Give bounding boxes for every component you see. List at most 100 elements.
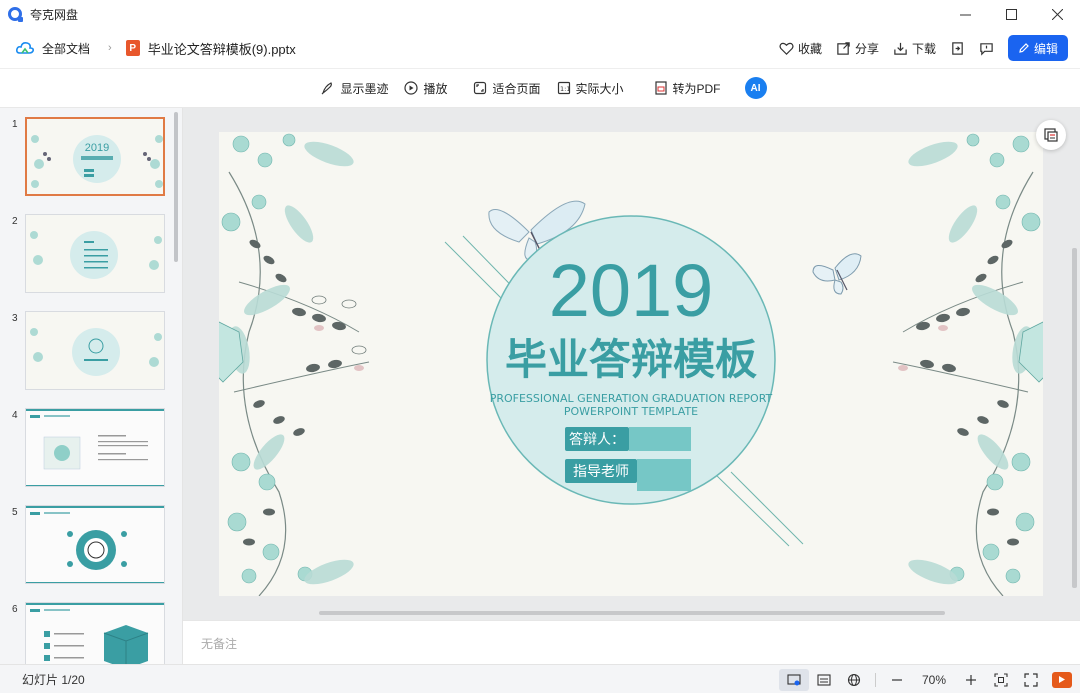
actual-size-button[interactable]: 1:1 实际大小 — [557, 80, 624, 97]
play-button[interactable]: 播放 — [404, 80, 447, 97]
document-header: 全部文档 › P 毕业论文答辩模板(9).pptx 收藏 分享 下载 编辑 — [0, 28, 1080, 68]
export-button[interactable] — [950, 41, 965, 56]
show-ink-button[interactable]: 显示墨迹 — [321, 80, 388, 97]
play-icon — [1059, 676, 1065, 683]
share-button[interactable]: 分享 — [836, 40, 879, 57]
thumbnail-number: 1 — [12, 119, 18, 130]
zoom-out-button[interactable] — [882, 669, 912, 691]
app-title: 夸克网盘 — [30, 7, 79, 22]
annotation-float-button[interactable] — [1036, 120, 1066, 150]
slide-year: 2019 — [549, 249, 714, 332]
file-tab: P 毕业论文答辩模板(9).pptx — [125, 39, 296, 58]
favorite-label: 收藏 — [797, 41, 822, 56]
fit-page-label: 适合页面 — [492, 81, 541, 96]
fullscreen-button[interactable] — [1016, 669, 1046, 691]
advisor-label: 指导老师 — [573, 464, 629, 480]
viewer-toolbar: 显示墨迹 播放 适合页面 1:1 实际大小 转为PDF AI — [0, 68, 1080, 108]
actual-size-label: 实际大小 — [575, 81, 624, 96]
minimize-icon — [959, 14, 971, 15]
thumbnail-slide-2[interactable] — [25, 214, 165, 293]
thumbnail-number: 2 — [12, 216, 18, 227]
ink-pen-icon — [322, 82, 333, 95]
play-circle-icon — [404, 81, 419, 95]
vertical-scrollbar[interactable] — [1072, 248, 1077, 588]
close-button[interactable] — [1034, 0, 1080, 28]
document-actions: 收藏 分享 下载 编辑 — [779, 28, 1068, 68]
fit-window-button[interactable] — [986, 669, 1016, 691]
download-button[interactable]: 下载 — [893, 40, 936, 57]
share-label: 分享 — [854, 41, 879, 56]
horizontal-scrollbar[interactable] — [319, 611, 945, 615]
cloud-icon — [16, 42, 34, 54]
thumbnail-number: 5 — [12, 507, 18, 518]
notes-placeholder: 无备注 — [201, 637, 238, 651]
ai-assistant-button[interactable]: AI — [744, 77, 767, 99]
download-icon — [894, 42, 907, 55]
slideshow-play-button[interactable] — [1052, 671, 1072, 688]
thumbnail-sidebar: 1 2019 2 3 4 5 6 — [0, 108, 183, 664]
favorite-button[interactable]: 收藏 — [779, 40, 822, 57]
feedback-button[interactable] — [979, 41, 994, 56]
minus-icon — [892, 678, 902, 681]
slide-subtitle-line2: POWERPOINT TEMPLATE — [564, 405, 698, 418]
pencil-icon — [1019, 43, 1029, 53]
minimize-button[interactable] — [942, 0, 988, 28]
slides-icon — [1044, 128, 1058, 142]
pdf-icon — [654, 81, 667, 95]
slide-title: 毕业答辩模板 — [505, 335, 757, 384]
thumbnail-number: 6 — [12, 604, 18, 615]
web-view-button[interactable] — [839, 669, 869, 691]
speaker-notes[interactable]: 无备注 — [183, 620, 1080, 664]
status-controls: 70% — [779, 665, 1072, 693]
presenter-name-blur — [629, 427, 691, 451]
title-bar: 夸克网盘 — [0, 0, 1080, 28]
slide-view: 2019 毕业答辩模板 PROFESSIONAL GENERATION GRAD… — [202, 132, 1060, 597]
zoom-in-button[interactable] — [956, 669, 986, 691]
edit-label: 编辑 — [1033, 41, 1058, 56]
fit-page-button[interactable]: 适合页面 — [473, 80, 541, 97]
pptx-file-icon: P — [125, 40, 140, 56]
sidebar-scrollbar[interactable] — [174, 112, 178, 262]
edit-button[interactable]: 编辑 — [1008, 35, 1068, 61]
chevron-right-icon: › — [108, 42, 112, 54]
notes-view-button[interactable] — [809, 669, 839, 691]
quark-logo-icon — [8, 7, 23, 22]
normal-view-button[interactable] — [779, 668, 809, 691]
thumbnail-slide-4[interactable] — [25, 408, 165, 487]
all-docs-link[interactable]: 全部文档 — [16, 40, 90, 57]
convert-pdf-label: 转为PDF — [672, 81, 721, 96]
svg-text:1:1: 1:1 — [560, 85, 570, 93]
thumbnail-number: 3 — [12, 313, 18, 324]
thumbnail-slide-5[interactable] — [25, 505, 165, 584]
notes-view-icon — [817, 673, 831, 686]
maximize-icon — [1005, 8, 1017, 20]
slide-counter: 幻灯片 1/20 — [22, 672, 85, 687]
window-controls — [942, 0, 1080, 28]
advisor-name-blur — [637, 459, 691, 491]
zoom-level[interactable]: 70% — [912, 673, 956, 687]
actual-size-icon: 1:1 — [557, 81, 570, 95]
presenter-label: 答辩人： — [569, 431, 625, 448]
fit-window-icon — [994, 672, 1008, 687]
play-label: 播放 — [423, 81, 448, 96]
heart-icon — [779, 42, 794, 55]
convert-pdf-button[interactable]: 转为PDF — [654, 80, 721, 97]
file-name: 毕业论文答辩模板(9).pptx — [147, 41, 296, 57]
feedback-icon — [980, 42, 993, 56]
export-icon — [952, 41, 963, 55]
slide-artwork: 2019 毕业答辩模板 PROFESSIONAL GENERATION GRAD… — [202, 132, 1060, 597]
thumbnail-slide-6[interactable] — [25, 602, 165, 664]
maximize-button[interactable] — [988, 0, 1034, 28]
slide-canvas[interactable]: 2019 毕业答辩模板 PROFESSIONAL GENERATION GRAD… — [183, 108, 1080, 620]
all-docs-label: 全部文档 — [42, 41, 91, 56]
status-bar: 幻灯片 1/20 70% — [0, 664, 1080, 693]
thumbnail-slide-1[interactable]: 2019 — [25, 117, 165, 196]
ai-icon: AI — [750, 82, 761, 94]
divider — [875, 672, 876, 687]
fit-page-icon — [474, 81, 487, 95]
thumbnail-slide-3[interactable] — [25, 311, 165, 390]
close-icon — [1051, 8, 1063, 20]
globe-icon — [847, 673, 861, 686]
normal-view-icon — [787, 673, 801, 685]
slide-subtitle-line1: PROFESSIONAL GENERATION GRADUATION REPOR… — [490, 392, 773, 405]
